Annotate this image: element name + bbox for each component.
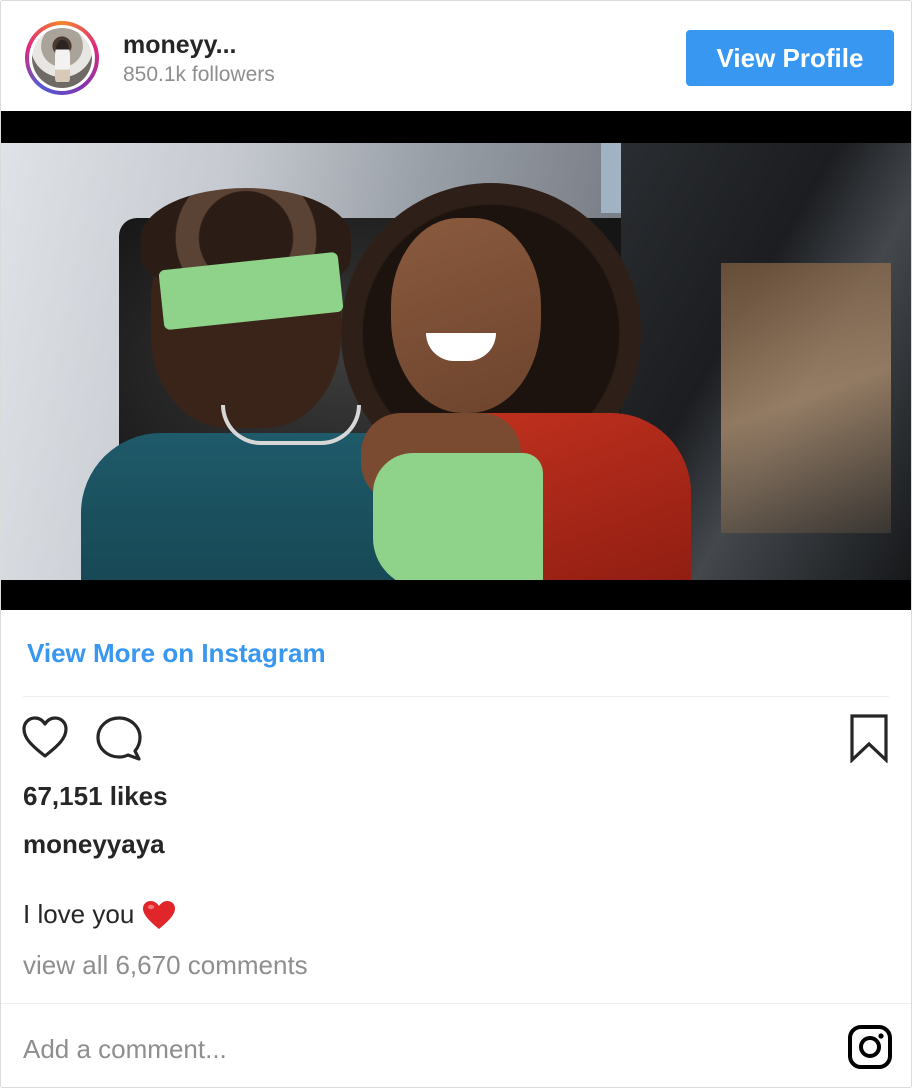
view-profile-button[interactable]: View Profile: [686, 30, 894, 86]
view-all-comments-link[interactable]: view all 6,670 comments: [23, 950, 308, 981]
caption: I love you: [23, 899, 176, 930]
avatar-image: [32, 28, 92, 88]
instagram-logo-icon[interactable]: [847, 1024, 893, 1070]
post-header: moneyy... 850.1k followers View Profile: [1, 1, 911, 111]
divider: [23, 696, 889, 697]
post-photo: [1, 143, 911, 580]
username[interactable]: moneyy...: [123, 31, 236, 60]
heart-icon[interactable]: [21, 715, 69, 759]
footer-divider: [1, 1003, 911, 1004]
comment-icon[interactable]: [95, 715, 143, 761]
caption-author[interactable]: moneyyaya: [23, 829, 165, 860]
caption-text: I love you: [23, 899, 135, 929]
red-heart-emoji-icon: [143, 900, 176, 929]
avatar[interactable]: [25, 21, 99, 95]
like-count[interactable]: 67,151 likes: [23, 781, 168, 812]
comment-input[interactable]: [23, 1029, 803, 1069]
bookmark-icon[interactable]: [849, 713, 889, 763]
post-media[interactable]: [1, 111, 911, 610]
instagram-embed: moneyy... 850.1k followers View Profile …: [0, 0, 912, 1088]
view-more-link[interactable]: View More on Instagram: [27, 638, 326, 669]
follower-count: 850.1k followers: [123, 63, 275, 86]
